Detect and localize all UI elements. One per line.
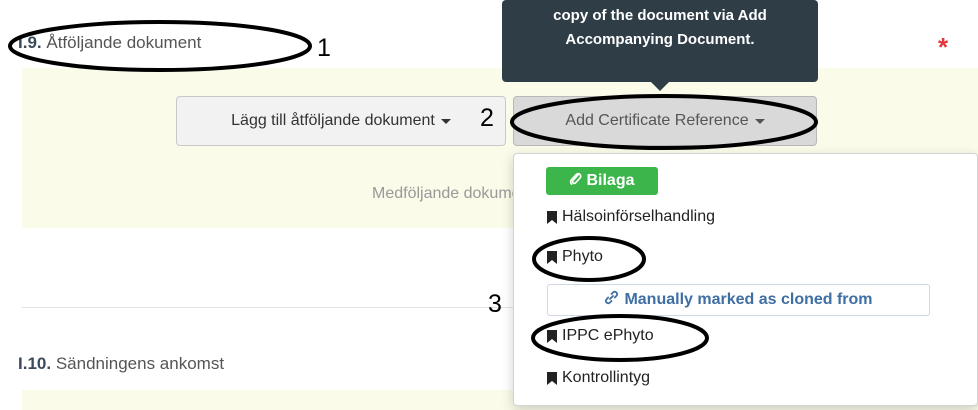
dropdown-item-kontrollintyg[interactable]: Kontrollintyg <box>547 369 650 387</box>
tooltip: copy of the document via Add Accompanyin… <box>502 0 818 82</box>
section-title-arrival: I.10. Sändningens ankomst <box>18 354 224 374</box>
tooltip-arrow <box>651 82 669 91</box>
section-title-label: Åtföljande dokument <box>46 33 202 52</box>
bookmark-icon <box>547 250 557 264</box>
tooltip-line-2: Accompanying Document. <box>565 31 755 48</box>
dropdown-item-phyto[interactable]: Phyto <box>547 248 603 266</box>
paperclip-icon <box>569 172 582 191</box>
required-marker: * <box>938 32 949 62</box>
section-title-label: Sändningens ankomst <box>55 354 225 373</box>
bilaga-tag-button[interactable]: Bilaga <box>546 167 658 195</box>
add-certificate-label: Add Certificate Reference <box>565 112 749 129</box>
caret-down-icon <box>440 118 451 124</box>
caret-down-icon <box>754 118 765 124</box>
section-title-accompanying-documents: I.9. Åtföljande dokument <box>18 33 201 53</box>
add-document-label: Lägg till åtföljande dokument <box>231 112 435 129</box>
annotation-number-3: 3 <box>488 290 502 318</box>
dropdown-item-ippc-ephyto[interactable]: IPPC ePhyto <box>547 327 654 345</box>
dropdown-item-label: Phyto <box>562 248 603 265</box>
manually-marked-as-cloned-button[interactable]: Manually marked as cloned from <box>547 284 930 316</box>
dropdown-item-label: Kontrollintyg <box>562 369 651 386</box>
annotation-number-1: 1 <box>317 34 331 62</box>
no-documents-text: Medföljande dokument <box>372 185 514 202</box>
bookmark-icon <box>547 210 557 224</box>
section-number: I.9. <box>18 33 42 52</box>
bookmark-icon <box>547 329 557 343</box>
bookmark-icon <box>547 371 557 385</box>
add-certificate-reference-button[interactable]: Add Certificate Reference <box>513 96 817 146</box>
cloned-button-label: Manually marked as cloned from <box>624 291 873 308</box>
add-accompanying-document-button[interactable]: Lägg till åtföljande dokument <box>176 96 506 146</box>
bilaga-label: Bilaga <box>586 172 635 189</box>
tooltip-line-1: copy of the document via Add <box>553 7 767 24</box>
dropdown-item-label: IPPC ePhyto <box>562 327 654 344</box>
dropdown-item-halsoinforselhandling[interactable]: Hälsoinförselhandling <box>547 208 715 226</box>
section-number: I.10. <box>18 354 52 373</box>
dropdown-item-label: Hälsoinförselhandling <box>562 208 715 225</box>
annotation-number-2: 2 <box>480 104 494 132</box>
link-icon <box>604 290 619 310</box>
